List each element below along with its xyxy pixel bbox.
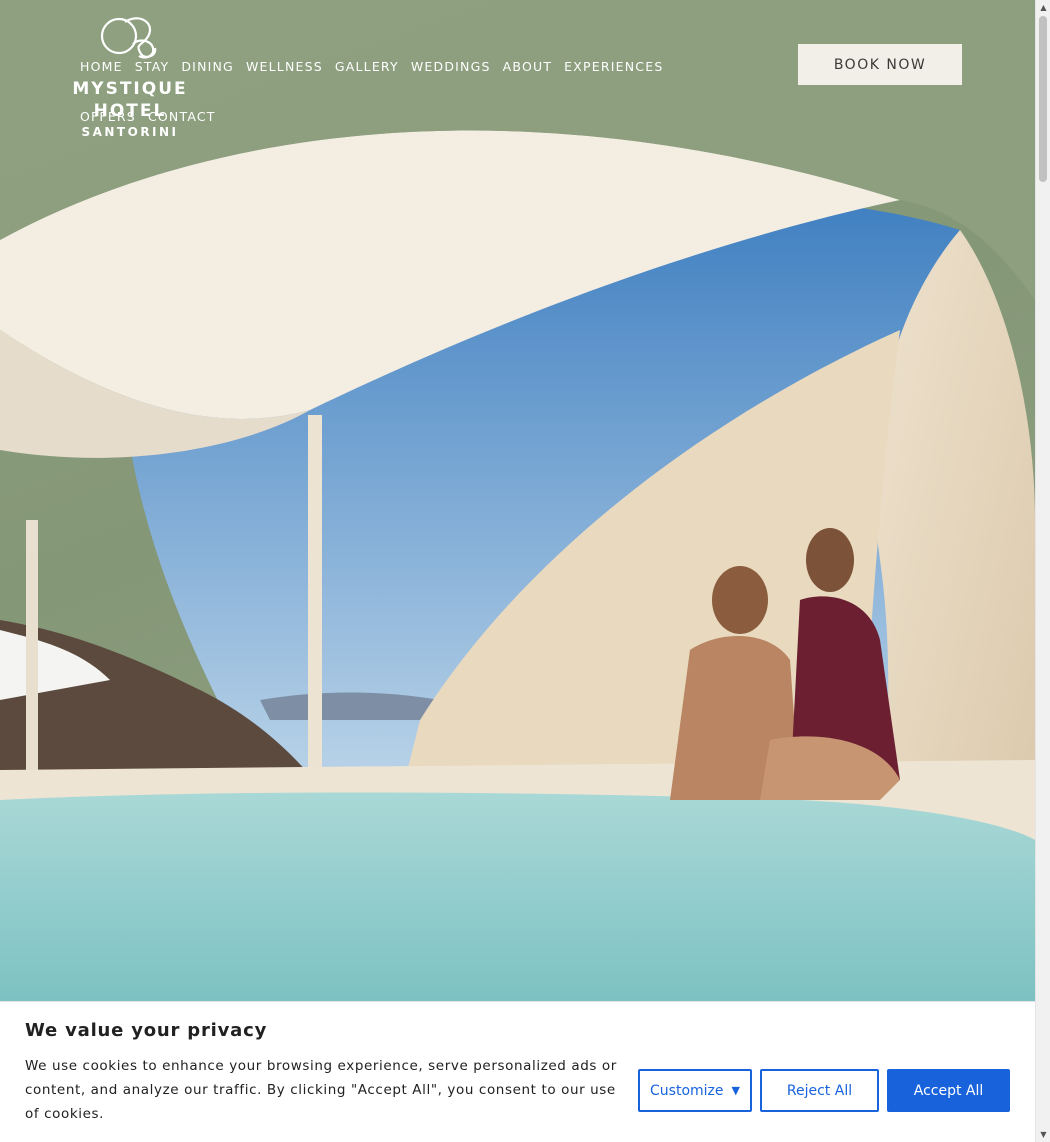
nav-gallery[interactable]: GALLERY [335, 58, 399, 76]
nav-stay[interactable]: STAY [135, 58, 170, 76]
logo-subtitle: SANTORINI [81, 125, 179, 139]
customize-label: Customize [650, 1082, 724, 1099]
logo-name-line2: HOTEL [93, 101, 167, 121]
book-now-button[interactable]: BOOK NOW [798, 44, 962, 85]
caret-down-icon: ▼ [731, 1084, 740, 1097]
nav-experiences[interactable]: EXPERIENCES [564, 58, 663, 76]
hotel-logo[interactable] [72, 14, 188, 62]
cookie-consent-banner: We value your privacy We use cookies to … [0, 1001, 1035, 1142]
cookie-title: We value your privacy [25, 1020, 268, 1041]
nav-weddings[interactable]: WEDDINGS [411, 58, 491, 76]
nav-about[interactable]: ABOUT [503, 58, 553, 76]
accept-all-button[interactable]: Accept All [887, 1069, 1010, 1112]
nav-wellness[interactable]: WELLNESS [246, 58, 323, 76]
nav-home[interactable]: HOME [80, 58, 123, 76]
reject-all-button[interactable]: Reject All [760, 1069, 879, 1112]
hero-image [0, 0, 1035, 1142]
customize-button[interactable]: Customize ▼ [638, 1069, 752, 1112]
cookie-description: We use cookies to enhance your browsing … [25, 1058, 617, 1122]
logo-text: MYSTIQUE HOTEL SANTORINI [62, 78, 198, 139]
nav-dining[interactable]: DINING [181, 58, 234, 76]
logo-name-line1: MYSTIQUE [72, 79, 188, 99]
scrollbar-thumb[interactable] [1039, 16, 1047, 182]
triangle-up-icon[interactable]: ▲ [1036, 0, 1050, 15]
hero-photo-illustration [0, 0, 1035, 1142]
mystique-logo-mark-icon [100, 17, 157, 59]
page-scrollbar[interactable]: ▲ ▼ [1035, 0, 1050, 1142]
triangle-down-icon[interactable]: ▼ [1036, 1127, 1050, 1142]
